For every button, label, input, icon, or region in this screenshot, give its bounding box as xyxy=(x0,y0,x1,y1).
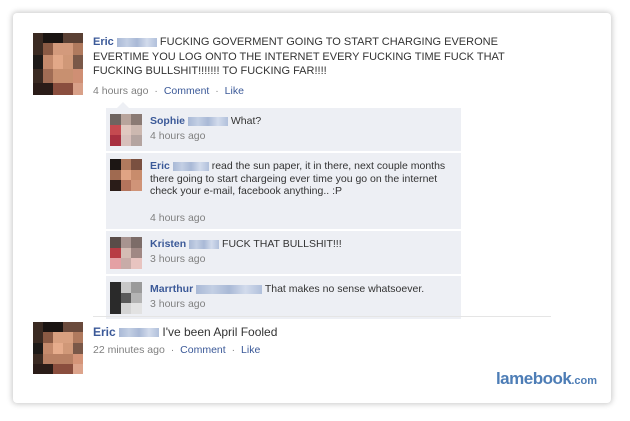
post2-meta: 22 minutes ago · Comment · Like xyxy=(93,344,260,356)
post2-comment-link[interactable]: Comment xyxy=(180,344,226,356)
post1-time[interactable]: 4 hours ago xyxy=(93,85,148,97)
post1-author-name[interactable]: Eric xyxy=(93,36,114,48)
comment-item: Eric read the sun paper, it in there, ne… xyxy=(106,153,461,229)
post2-separator-2: · xyxy=(231,344,236,356)
comment-time[interactable]: 3 hours ago xyxy=(150,253,205,265)
post-divider xyxy=(93,316,551,317)
post2-time[interactable]: 22 minutes ago xyxy=(93,344,165,356)
post2-author-lastname-redacted xyxy=(119,328,160,338)
comment-author-name[interactable]: Eric xyxy=(150,160,170,172)
post1-comment-link[interactable]: Comment xyxy=(164,85,210,97)
comment-text-block: Marrthur That makes no sense whatsoever. xyxy=(150,283,453,296)
post2-body: Eric I've been April Fooled xyxy=(93,325,541,340)
post2-author-name[interactable]: Eric xyxy=(93,325,116,339)
comment-text-block: Sophie What? xyxy=(150,115,453,128)
comment-author-name[interactable]: Sophie xyxy=(150,115,185,127)
comment-text: That makes no sense whatsoever. xyxy=(264,283,425,295)
post1-meta: 4 hours ago · Comment · Like xyxy=(93,85,244,97)
watermark-suffix: .com xyxy=(571,375,597,387)
comment-author-lastname-redacted xyxy=(196,284,263,294)
post2-separator-1: · xyxy=(170,344,175,356)
comment-author-lastname-redacted xyxy=(172,161,209,171)
post1-separator-2: · xyxy=(215,85,219,97)
avatar-comment-eric[interactable] xyxy=(110,159,142,191)
comment-time[interactable]: 4 hours ago xyxy=(150,130,205,142)
comment-time[interactable]: 3 hours ago xyxy=(150,298,205,310)
comment-author-lastname-redacted xyxy=(187,116,228,126)
lamebook-watermark: lamebook.com xyxy=(496,369,597,389)
comment-author-name[interactable]: Marrthur xyxy=(150,283,193,295)
comment-item: Sophie What? 4 hours ago xyxy=(106,108,461,151)
feed-card: Eric FUCKING GOVERMENT GOING TO START CH… xyxy=(13,13,611,403)
watermark-main: lamebook xyxy=(495,369,572,388)
comment-time[interactable]: 4 hours ago xyxy=(150,212,205,224)
post2-text: I've been April Fooled xyxy=(162,325,278,339)
avatar-comment-marrthur[interactable] xyxy=(110,282,142,314)
comment-text-block: Kristen FUCK THAT BULLSHIT!!! xyxy=(150,238,453,251)
post1-body: Eric FUCKING GOVERMENT GOING TO START CH… xyxy=(93,35,541,79)
avatar-comment-sophie[interactable] xyxy=(110,114,142,146)
comment-item: Kristen FUCK THAT BULLSHIT!!! 3 hours ag… xyxy=(106,231,461,274)
comment-text-block: Eric read the sun paper, it in there, ne… xyxy=(150,160,453,198)
post1-like-link[interactable]: Like xyxy=(225,85,244,97)
comment-author-name[interactable]: Kristen xyxy=(150,238,186,250)
avatar-comment-kristen[interactable] xyxy=(110,237,142,269)
comment-text: FUCK THAT BULLSHIT!!! xyxy=(222,238,342,250)
avatar-post1-author[interactable] xyxy=(33,33,83,95)
post1-author-lastname-redacted xyxy=(116,37,157,47)
post2-like-link[interactable]: Like xyxy=(241,344,260,356)
avatar-post2-author[interactable] xyxy=(33,322,83,374)
post1-separator-1: · xyxy=(154,85,158,97)
comment-text: What? xyxy=(230,115,262,127)
comment-author-lastname-redacted xyxy=(189,239,220,249)
comment-item: Marrthur That makes no sense whatsoever.… xyxy=(106,276,461,319)
